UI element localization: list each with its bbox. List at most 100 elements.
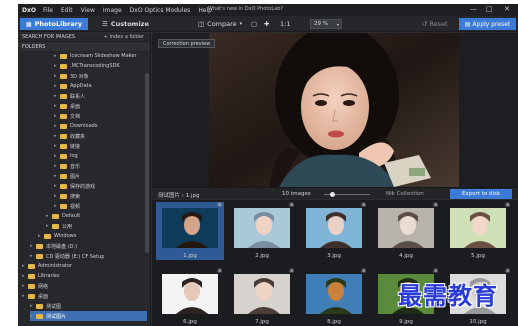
preview-image — [209, 33, 459, 187]
menu-view[interactable]: View — [81, 7, 95, 14]
lock-icon: ▣ — [361, 202, 366, 208]
crosshair-icon[interactable]: ✚ — [264, 18, 269, 30]
folder-icon — [52, 223, 59, 229]
tab-photolibrary[interactable]: ▦ PhotoLibrary — [20, 18, 88, 30]
thumbnail[interactable]: ▣ 1.jpg — [156, 202, 224, 260]
zoom-select[interactable]: 29 % ▾ — [310, 19, 342, 29]
thumbnail-label: 9.jpg — [399, 319, 413, 325]
thumbnail[interactable]: ▣ 4.jpg — [372, 202, 440, 260]
folder-icon — [60, 63, 67, 69]
folder-icon — [36, 243, 43, 249]
folder-icon — [36, 313, 43, 319]
menu-edit[interactable]: Edit — [61, 7, 73, 14]
folder-tree-item[interactable]: ▸ Administrator — [22, 261, 147, 271]
folder-tree-item[interactable]: ▸ 保存的游戏 — [54, 181, 147, 191]
folder-tree-item[interactable]: ▸ 本地磁盘 (D:) — [30, 241, 147, 251]
folder-tree-item[interactable]: ▸ 视频 — [54, 201, 147, 211]
menu-optics-modules[interactable]: DxO Optics Modules — [130, 7, 191, 14]
folder-tree-item[interactable]: ▸ CD 驱动器 (E:) CF Setup — [30, 251, 147, 261]
folder-tree-item[interactable]: ▸ 网络 — [22, 281, 147, 291]
thumbnail[interactable]: ▣ 3.jpg — [300, 202, 368, 260]
export-to-disk-button[interactable]: Export to disk — [450, 189, 512, 199]
minimize-button[interactable]: — — [470, 5, 477, 13]
folder-tree-item[interactable]: ▸ Libraries — [22, 271, 147, 281]
folder-icon — [52, 213, 59, 219]
app-logo: DxO — [22, 6, 36, 14]
folder-tree-item[interactable]: ▸ 收藏夹 — [54, 131, 147, 141]
folder-tree-item[interactable]: ▸ Windows — [38, 231, 147, 241]
thumbnail-image — [306, 274, 362, 314]
folder-icon — [36, 303, 43, 309]
breadcrumb[interactable]: 测试图片 › 1.jpg — [158, 191, 199, 199]
menu-bar: DxO File Edit View Image DxO Optics Modu… — [18, 4, 518, 16]
thumbnail-label: 2.jpg — [255, 253, 269, 259]
compare-button[interactable]: ◫ Compare ▾ — [198, 18, 242, 30]
lock-icon: ▣ — [217, 202, 222, 208]
folder-label: 网络 — [38, 283, 49, 290]
thumbnail[interactable]: ▣ 6.jpg — [156, 268, 224, 326]
correction-preview-button[interactable]: Correction preview — [158, 39, 216, 48]
tab-customize-label: Customize — [110, 20, 149, 28]
folder-tree-item[interactable]: ▸ 桌面 — [22, 291, 147, 301]
folder-tree-item[interactable]: ▸ .MCTranscodingSDK — [54, 61, 147, 71]
reset-icon: ↺ — [422, 20, 428, 28]
maximize-button[interactable]: □ — [486, 5, 493, 13]
folder-tree-item[interactable]: ▸ 文档 — [54, 111, 147, 121]
folder-icon — [28, 283, 35, 289]
folder-icon — [60, 73, 67, 79]
nik-collection-button[interactable]: Nik Collection — [386, 191, 424, 197]
folder-tree-item[interactable]: ▸ Default — [46, 211, 147, 221]
image-count: 10 images — [282, 191, 311, 197]
folder-tree-item[interactable]: ▸ 搜索 — [54, 191, 147, 201]
whats-new-link[interactable]: What's new in DxO PhotoLab? — [208, 6, 283, 12]
index-folder-link[interactable]: + Index a folder — [104, 34, 144, 40]
thumbnail[interactable]: ▣ 2.jpg — [228, 202, 296, 260]
folder-label: 测试图片 — [46, 313, 67, 320]
thumbnail[interactable]: ▣ 5.jpg — [444, 202, 512, 260]
folder-tree-item[interactable]: ▸ 桌面 — [54, 101, 147, 111]
main-toolbar: ▦ PhotoLibrary ☰ Customize ◫ Compare ▾ ▢… — [18, 16, 518, 32]
thumbnail-image — [450, 208, 506, 248]
folder-tree-item[interactable]: ▸ 公用 — [46, 221, 147, 231]
search-label: SEARCH FOR IMAGES — [22, 34, 76, 40]
export-label: Export to disk — [461, 191, 501, 197]
folder-tree-item[interactable]: ▸ 3D 对象 — [54, 71, 147, 81]
close-button[interactable]: ✕ — [504, 5, 510, 13]
folder-label: 保存的游戏 — [70, 183, 96, 190]
folder-tree-item[interactable]: ▸ 联系人 — [54, 91, 147, 101]
folder-tree-item[interactable]: ▸ 链接 — [54, 141, 147, 151]
folder-tree-item[interactable]: ▸ Icecream Slideshow Maker — [54, 51, 147, 61]
folder-label: Administrator — [38, 263, 73, 269]
folder-tree-item[interactable]: ▸ 音乐 — [54, 161, 147, 171]
folder-tree-item[interactable]: ▸ AppData — [54, 81, 147, 91]
fit-icon[interactable]: ▢ — [251, 18, 257, 30]
folder-icon — [60, 183, 67, 189]
folder-icon — [60, 203, 67, 209]
sidebar-scrollbar[interactable] — [145, 73, 149, 253]
folder-label: 音乐 — [70, 163, 81, 170]
folder-label: 链接 — [70, 143, 81, 150]
ratio-button[interactable]: 1:1 — [280, 18, 290, 30]
preset-icon: ▤ — [464, 20, 471, 28]
folder-tree-item[interactable]: ▸ 图片 — [54, 171, 147, 181]
folder-tree-item[interactable]: ▸ log — [54, 151, 147, 161]
folder-icon — [60, 123, 67, 129]
tab-customize[interactable]: ☰ Customize — [102, 18, 149, 30]
folder-tree-item[interactable]: ▸ 测试图 — [30, 301, 147, 311]
folder-label: 图片 — [70, 173, 81, 180]
menu-file[interactable]: File — [43, 7, 53, 14]
thumbnail[interactable]: ▣ 7.jpg — [228, 268, 296, 326]
thumbnail-label: 4.jpg — [399, 253, 413, 259]
slider-handle[interactable] — [330, 192, 335, 197]
folder-label: 桌面 — [38, 293, 49, 300]
folder-label: 搜索 — [70, 193, 81, 200]
thumbnail-image — [162, 208, 218, 248]
folder-tree-item[interactable]: ▸ 测试图片 — [30, 311, 147, 321]
chevron-down-icon: ▾ — [239, 21, 243, 27]
menu-image[interactable]: Image — [103, 7, 122, 14]
thumbnail[interactable]: ▣ 8.jpg — [300, 268, 368, 326]
folder-tree-item[interactable]: ▸ Downloads — [54, 121, 147, 131]
apply-preset-button[interactable]: ▤ Apply preset — [459, 18, 516, 30]
folder-label: 公用 — [62, 223, 73, 230]
reset-button[interactable]: ↺ Reset — [422, 18, 448, 30]
